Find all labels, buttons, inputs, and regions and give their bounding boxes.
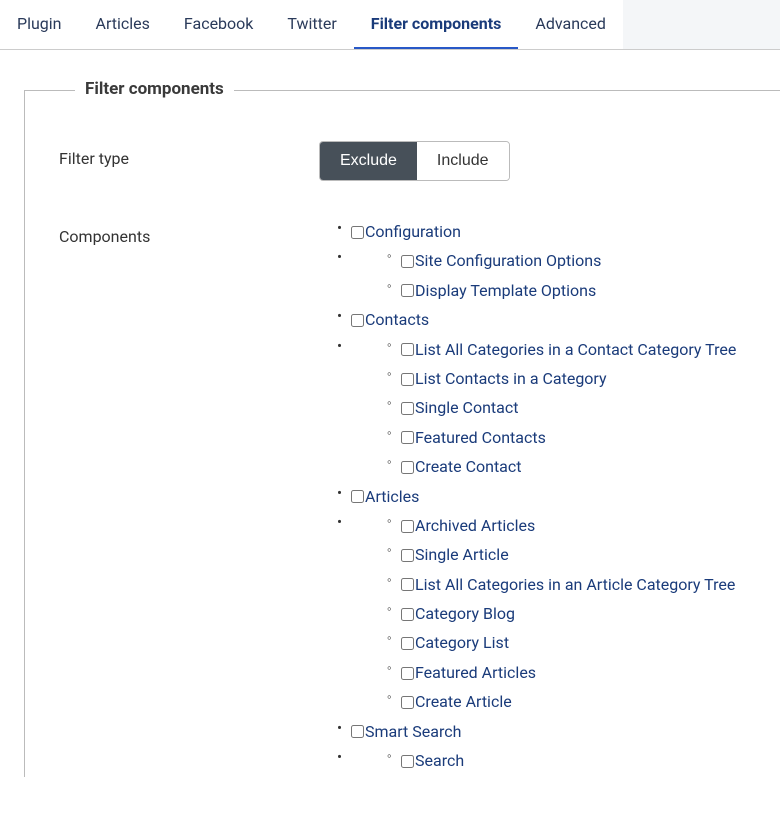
checkbox-category-list[interactable] bbox=[401, 637, 414, 650]
components-label: Components bbox=[59, 219, 319, 246]
checkbox-contacts-list-all[interactable] bbox=[401, 343, 414, 356]
checkbox-contacts[interactable] bbox=[351, 314, 364, 327]
tab-filter-components[interactable]: Filter components bbox=[354, 0, 519, 49]
label-search[interactable]: Search bbox=[415, 748, 464, 774]
checkbox-articles-list-all[interactable] bbox=[401, 578, 414, 591]
checkbox-smart-search[interactable] bbox=[351, 725, 364, 738]
fieldset-filter-components: Filter components Filter type Exclude In… bbox=[24, 90, 780, 777]
checkbox-site-config[interactable] bbox=[401, 255, 414, 268]
label-smart-search[interactable]: Smart Search bbox=[365, 719, 461, 745]
label-contacts[interactable]: Contacts bbox=[365, 307, 429, 333]
content-area: Filter components Filter type Exclude In… bbox=[0, 50, 780, 777]
tab-articles[interactable]: Articles bbox=[79, 0, 167, 49]
label-contacts-list-in-cat[interactable]: List Contacts in a Category bbox=[415, 366, 607, 392]
tree-node-articles: Articles bbox=[337, 484, 780, 510]
checkbox-archived-articles[interactable] bbox=[401, 520, 414, 533]
checkbox-display-template[interactable] bbox=[401, 284, 414, 297]
tree-node-smart-search-children: Search bbox=[337, 748, 780, 774]
components-tree: Configuration Site Configuration Options bbox=[319, 219, 780, 774]
tab-facebook[interactable]: Facebook bbox=[167, 0, 270, 49]
tree-node-smart-search: Smart Search bbox=[337, 719, 780, 745]
checkbox-single-contact[interactable] bbox=[401, 402, 414, 415]
checkbox-featured-articles[interactable] bbox=[401, 667, 414, 680]
filter-type-label: Filter type bbox=[59, 141, 319, 168]
checkbox-single-article[interactable] bbox=[401, 549, 414, 562]
row-components: Components Configuration bbox=[59, 219, 780, 777]
fieldset-legend: Filter components bbox=[75, 79, 234, 99]
components-control: Configuration Site Configuration Options bbox=[319, 219, 780, 777]
label-contacts-list-all[interactable]: List All Categories in a Contact Categor… bbox=[415, 337, 736, 363]
tab-plugin[interactable]: Plugin bbox=[0, 0, 79, 49]
tabs-bar: Plugin Articles Facebook Twitter Filter … bbox=[0, 0, 780, 50]
exclude-button[interactable]: Exclude bbox=[320, 142, 417, 180]
label-articles-list-all[interactable]: List All Categories in an Article Catego… bbox=[415, 572, 735, 598]
checkbox-category-blog[interactable] bbox=[401, 608, 414, 621]
tree-node-contacts-children: List All Categories in a Contact Categor… bbox=[337, 337, 780, 481]
label-single-contact[interactable]: Single Contact bbox=[415, 395, 518, 421]
checkbox-search[interactable] bbox=[401, 755, 414, 768]
checkbox-featured-contacts[interactable] bbox=[401, 431, 414, 444]
label-archived-articles[interactable]: Archived Articles bbox=[415, 513, 535, 539]
label-featured-contacts[interactable]: Featured Contacts bbox=[415, 425, 546, 451]
label-featured-articles[interactable]: Featured Articles bbox=[415, 660, 536, 686]
tab-twitter[interactable]: Twitter bbox=[270, 0, 353, 49]
filter-type-control: Exclude Include bbox=[319, 141, 780, 181]
label-create-article[interactable]: Create Article bbox=[415, 689, 512, 715]
checkbox-create-contact[interactable] bbox=[401, 461, 414, 474]
label-display-template[interactable]: Display Template Options bbox=[415, 278, 596, 304]
tree-node-articles-children: Archived Articles Single Article bbox=[337, 513, 780, 716]
label-create-contact[interactable]: Create Contact bbox=[415, 454, 521, 480]
checkbox-configuration[interactable] bbox=[351, 226, 364, 239]
label-site-config[interactable]: Site Configuration Options bbox=[415, 248, 601, 274]
label-category-list[interactable]: Category List bbox=[415, 630, 509, 656]
row-filter-type: Filter type Exclude Include bbox=[59, 141, 780, 181]
label-configuration[interactable]: Configuration bbox=[365, 219, 461, 245]
include-button[interactable]: Include bbox=[417, 142, 509, 180]
label-single-article[interactable]: Single Article bbox=[415, 542, 509, 568]
filter-type-toggle: Exclude Include bbox=[319, 141, 510, 181]
label-category-blog[interactable]: Category Blog bbox=[415, 601, 515, 627]
checkbox-create-article[interactable] bbox=[401, 696, 414, 709]
tree-node-contacts: Contacts bbox=[337, 307, 780, 333]
tab-advanced[interactable]: Advanced bbox=[518, 0, 623, 49]
tree-node-configuration: Configuration bbox=[337, 219, 780, 245]
label-articles[interactable]: Articles bbox=[365, 484, 419, 510]
checkbox-contacts-list-in-cat[interactable] bbox=[401, 373, 414, 386]
tree-node-configuration-children: Site Configuration Options Display Templ… bbox=[337, 248, 780, 304]
checkbox-articles[interactable] bbox=[351, 490, 364, 503]
